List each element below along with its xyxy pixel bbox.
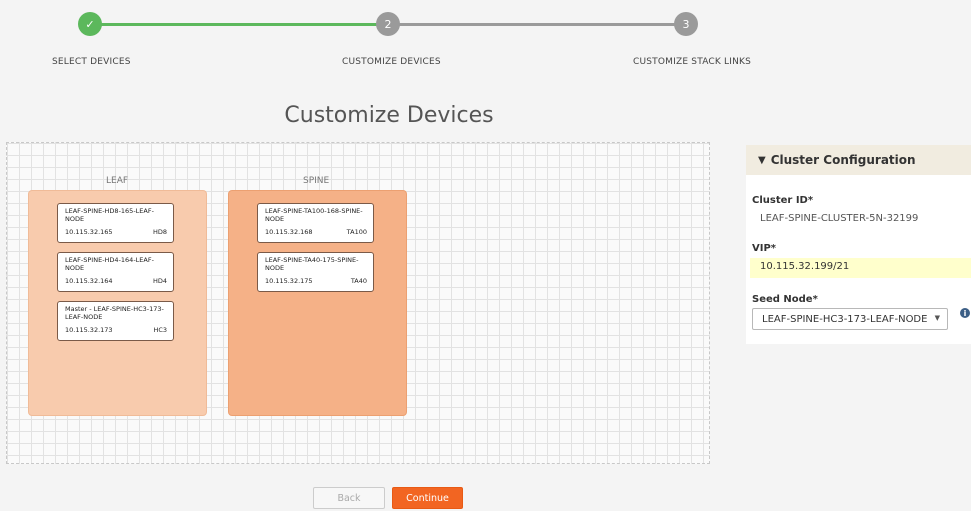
seed-node-select[interactable]: LEAF-SPINE-HC3-173-LEAF-NODE ▼ xyxy=(752,308,948,330)
device-model: TA100 xyxy=(346,228,367,236)
cluster-config-panel: ▼ Cluster Configuration Cluster ID* LEAF… xyxy=(746,145,971,344)
cluster-config-header[interactable]: ▼ Cluster Configuration xyxy=(746,145,971,175)
device-card[interactable]: Master - LEAF-SPINE-HC3-173-LEAF-NODE 10… xyxy=(57,301,174,341)
device-name: Master - LEAF-SPINE-HC3-173-LEAF-NODE xyxy=(65,305,164,321)
cluster-id-label: Cluster ID* xyxy=(752,195,814,206)
step-2-indicator[interactable]: 2 xyxy=(376,12,400,36)
device-ip: 10.115.32.173 xyxy=(65,326,113,334)
leaf-group-label: LEAF xyxy=(106,176,129,186)
vip-label: VIP* xyxy=(752,243,777,254)
device-ip: 10.115.32.165 xyxy=(65,228,113,236)
device-card[interactable]: LEAF-SPINE-TA40-175-SPINE-NODE 10.115.32… xyxy=(257,252,374,292)
cluster-id-field[interactable]: LEAF-SPINE-CLUSTER-5N-32199 xyxy=(760,213,918,224)
device-ip: 10.115.32.168 xyxy=(265,228,313,236)
info-icon[interactable]: i xyxy=(960,308,970,318)
device-ip: 10.115.32.175 xyxy=(265,277,313,285)
back-button[interactable]: Back xyxy=(313,487,385,509)
device-card[interactable]: LEAF-SPINE-HD4-164-LEAF-NODE 10.115.32.1… xyxy=(57,252,174,292)
device-model: HC3 xyxy=(153,326,167,334)
device-ip: 10.115.32.164 xyxy=(65,277,113,285)
cluster-config-title: Cluster Configuration xyxy=(770,153,916,167)
device-model: HD8 xyxy=(152,228,167,236)
device-card[interactable]: LEAF-SPINE-TA100-168-SPINE-NODE 10.115.3… xyxy=(257,203,374,243)
device-card[interactable]: LEAF-SPINE-HD8-165-LEAF-NODE 10.115.32.1… xyxy=(57,203,174,243)
caret-down-icon: ▼ xyxy=(934,314,940,322)
device-name: LEAF-SPINE-TA100-168-SPINE-NODE xyxy=(265,207,363,223)
stepper-track-complete xyxy=(90,23,388,26)
vip-field[interactable]: 10.115.32.199/21 xyxy=(750,258,971,278)
step-3-indicator[interactable]: 3 xyxy=(674,12,698,36)
step-1-check-icon[interactable]: ✓ xyxy=(78,12,102,36)
spine-group-label: SPINE xyxy=(303,176,330,186)
stepper-track-pending xyxy=(388,23,686,26)
seed-node-label: Seed Node* xyxy=(752,294,818,305)
device-model: TA40 xyxy=(350,277,367,285)
device-name: LEAF-SPINE-HD8-165-LEAF-NODE xyxy=(65,207,154,223)
page-title: Customize Devices xyxy=(284,103,494,128)
seed-node-value: LEAF-SPINE-HC3-173-LEAF-NODE xyxy=(762,314,928,325)
step-3-label: CUSTOMIZE STACK LINKS xyxy=(633,57,752,67)
device-name: LEAF-SPINE-HD4-164-LEAF-NODE xyxy=(65,256,154,272)
continue-button[interactable]: Continue xyxy=(392,487,463,509)
chevron-down-icon[interactable]: ▼ xyxy=(758,155,766,166)
step-2-label: CUSTOMIZE DEVICES xyxy=(342,57,441,67)
step-1-label: SELECT DEVICES xyxy=(52,57,131,67)
device-name: LEAF-SPINE-TA40-175-SPINE-NODE xyxy=(265,256,359,272)
device-model: HD4 xyxy=(152,277,167,285)
